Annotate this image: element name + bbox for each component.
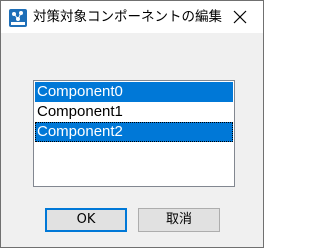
title-bar[interactable]: 対策対象コンポーネントの編集 [1, 1, 263, 33]
list-item[interactable]: Component1 [35, 102, 233, 122]
app-network-icon [9, 9, 27, 27]
cancel-button[interactable]: 取消 [138, 208, 220, 232]
window-title: 対策対象コンポーネントの編集 [33, 9, 222, 25]
dialog-window: 対策対象コンポーネントの編集 Component0 Component1 Com… [0, 0, 264, 248]
close-icon [233, 10, 247, 24]
ok-button[interactable]: OK [45, 208, 127, 232]
close-button[interactable] [217, 1, 263, 33]
list-item[interactable]: Component2 [35, 122, 233, 142]
component-listbox[interactable]: Component0 Component1 Component2 [33, 80, 235, 187]
list-item[interactable]: Component0 [35, 82, 233, 102]
